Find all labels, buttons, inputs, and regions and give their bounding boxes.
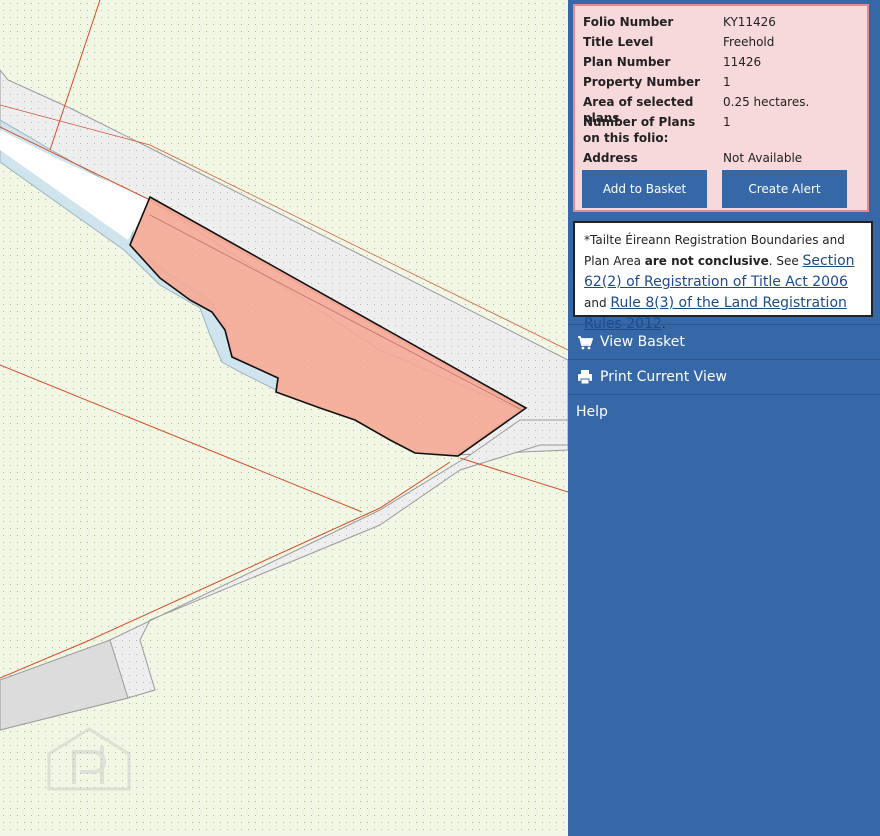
info-label: Folio Number [583,15,674,29]
disclaimer-bold-text: are not conclusive [644,254,769,268]
info-value: Not Available [723,151,803,165]
printer-icon [577,360,593,394]
add-to-basket-button[interactable]: Add to Basket [582,170,707,208]
info-value: 11426 [723,55,762,69]
disclaimer-text: and [584,296,611,310]
map-canvas[interactable] [0,0,568,836]
side-panel: Folio Number KY11426 Title Level Freehol… [568,0,880,836]
info-value: 1 [723,115,731,129]
info-label: Property Number [583,75,701,89]
map-view[interactable] [0,0,568,836]
create-alert-button[interactable]: Create Alert [722,170,847,208]
print-current-view-button[interactable]: Print Current View [568,359,880,394]
disclaimer-text: . See [768,254,803,268]
info-label: Title Level [583,35,654,49]
info-value: Freehold [723,35,775,49]
info-value: 0.25 hectares. [723,95,810,109]
info-value: KY11426 [723,15,776,29]
cart-icon [577,325,594,359]
view-basket-button[interactable]: View Basket [568,324,880,359]
watermark-logo-icon [44,724,134,794]
property-info-card: Folio Number KY11426 Title Level Freehol… [573,4,869,212]
info-label: Number of Plans on this folio: [583,115,696,145]
info-value: 1 [723,75,731,89]
disclaimer-box: *Tailte Éireann Registration Boundaries … [573,221,873,332]
help-label: Help [576,404,608,420]
help-button[interactable]: Help [568,394,880,429]
info-label: Address [583,151,638,165]
info-label: Plan Number [583,55,671,69]
print-current-view-label: Print Current View [600,369,727,385]
view-basket-label: View Basket [600,334,685,350]
